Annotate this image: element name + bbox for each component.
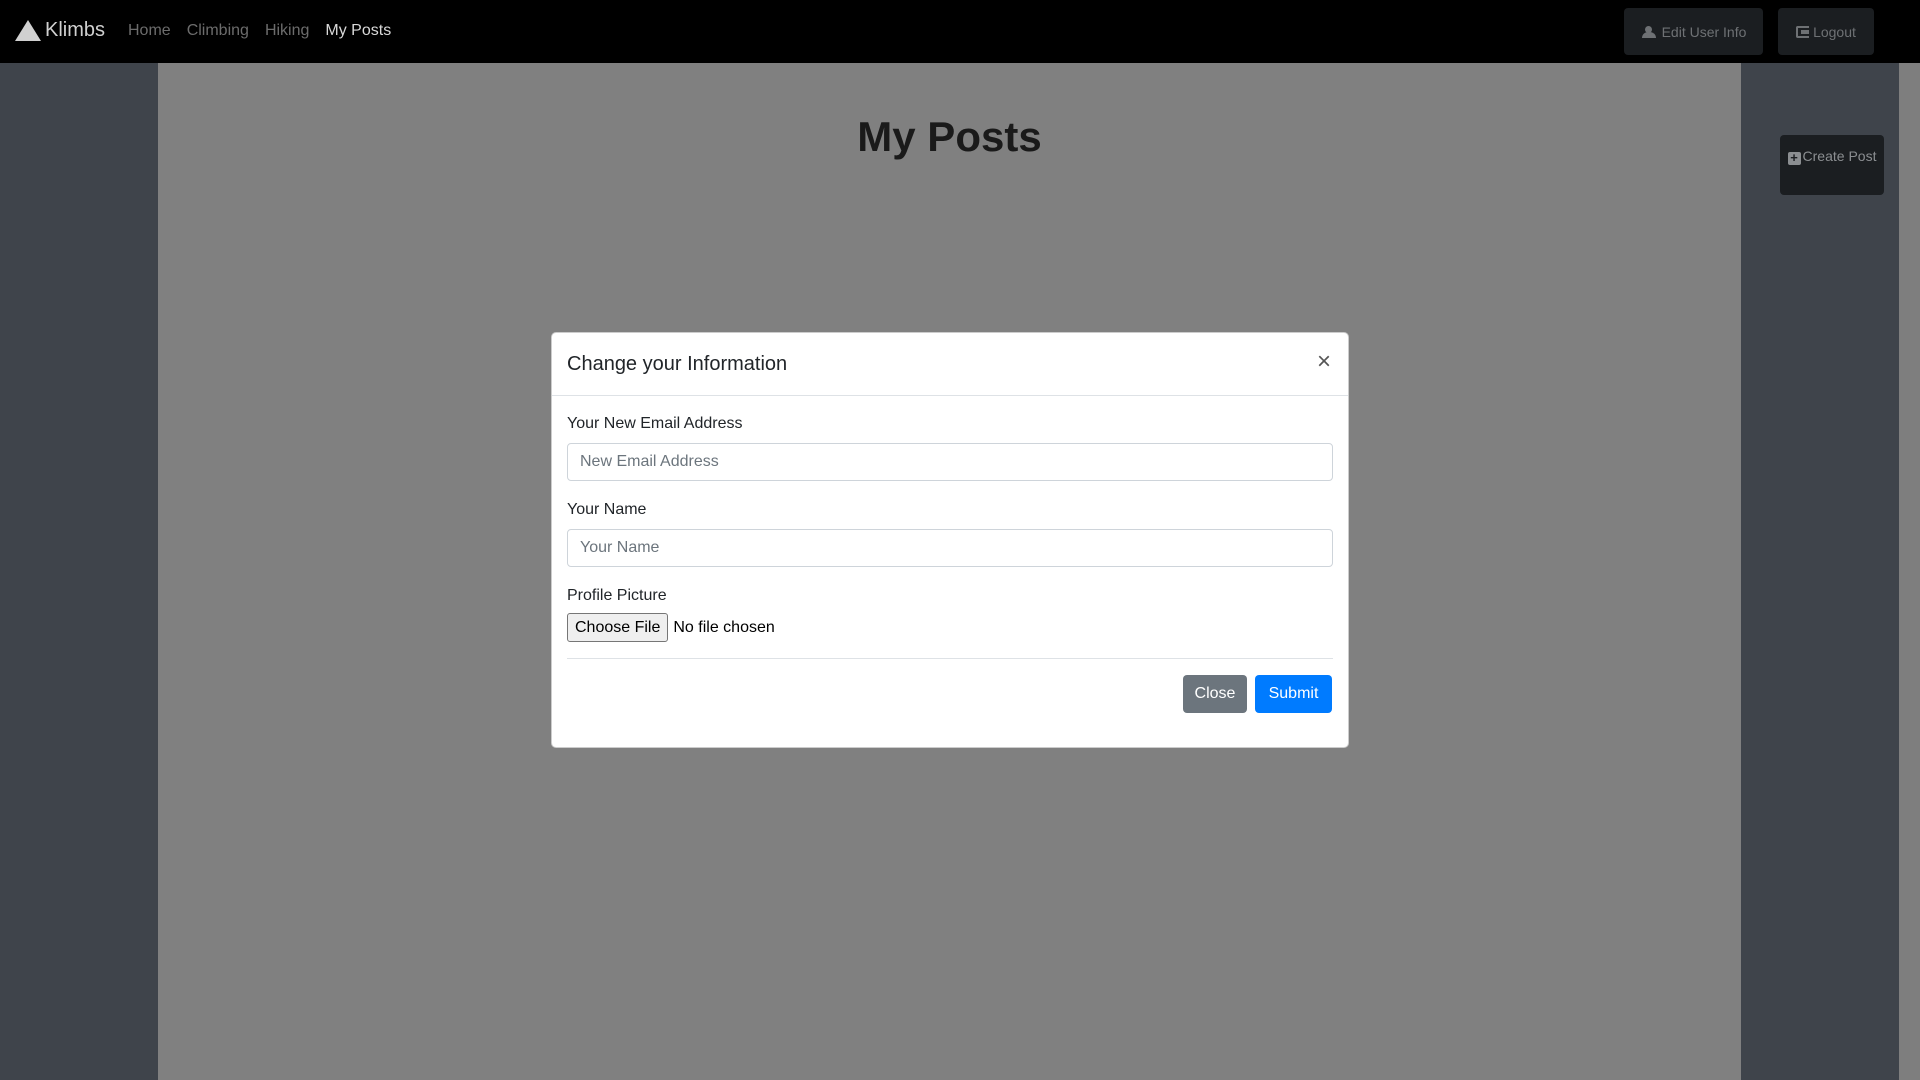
nav-link-hiking[interactable]: Hiking	[265, 22, 309, 40]
nav-link-my-posts[interactable]: My Posts	[325, 22, 391, 40]
email-field[interactable]: New Email Address	[567, 443, 1333, 481]
logout-label: Logout	[1813, 23, 1856, 40]
left-sidebar	[0, 63, 158, 1080]
submit-button[interactable]: Submit	[1255, 675, 1332, 713]
logout-button[interactable]: Logout	[1778, 8, 1874, 55]
modal-title: Change your Information	[567, 353, 788, 375]
nav-link-home[interactable]: Home	[128, 22, 171, 40]
close-button[interactable]: Close	[1183, 675, 1247, 713]
file-input: Choose File No file chosen	[567, 613, 1333, 642]
create-post-label: Create Post	[1802, 148, 1877, 164]
navbar: Klimbs Home Climbing Hiking My Posts Edi…	[0, 0, 1920, 63]
name-label: Your Name	[567, 501, 647, 518]
create-post-button[interactable]: + Create Post	[1780, 135, 1884, 195]
plus-square-icon: +	[1787, 151, 1801, 165]
nav-link-climbing[interactable]: Climbing	[187, 22, 249, 40]
mountain-icon	[15, 20, 41, 41]
edit-user-info-button[interactable]: Edit User Info	[1624, 8, 1763, 55]
brand-name: Klimbs	[45, 19, 106, 41]
profile-picture-label: Profile Picture	[567, 587, 667, 604]
nav-links: Home Climbing Hiking My Posts	[128, 22, 391, 40]
name-field[interactable]: Your Name	[567, 529, 1333, 567]
edit-user-info-label: Edit User Info	[1661, 23, 1747, 40]
right-sidebar: + Create Post	[1741, 63, 1899, 1080]
brand-logo[interactable]: Klimbs	[15, 19, 105, 42]
email-label: Your New Email Address	[567, 415, 743, 432]
modal-footer: Close Submit	[567, 659, 1333, 729]
users-icon	[1641, 25, 1657, 38]
scrollbar-track[interactable]	[1899, 63, 1920, 1080]
page-title: My Posts	[857, 113, 1042, 160]
sign-out-icon	[1796, 25, 1810, 38]
modal-header: Change your Information ×	[552, 333, 1348, 396]
close-icon[interactable]: ×	[1317, 350, 1331, 374]
change-info-modal: Change your Information × Your New Email…	[551, 332, 1349, 748]
modal-body: Your New Email Address New Email Address…	[552, 415, 1348, 729]
file-status: No file chosen	[673, 618, 775, 636]
choose-file-button[interactable]: Choose File	[567, 613, 669, 642]
